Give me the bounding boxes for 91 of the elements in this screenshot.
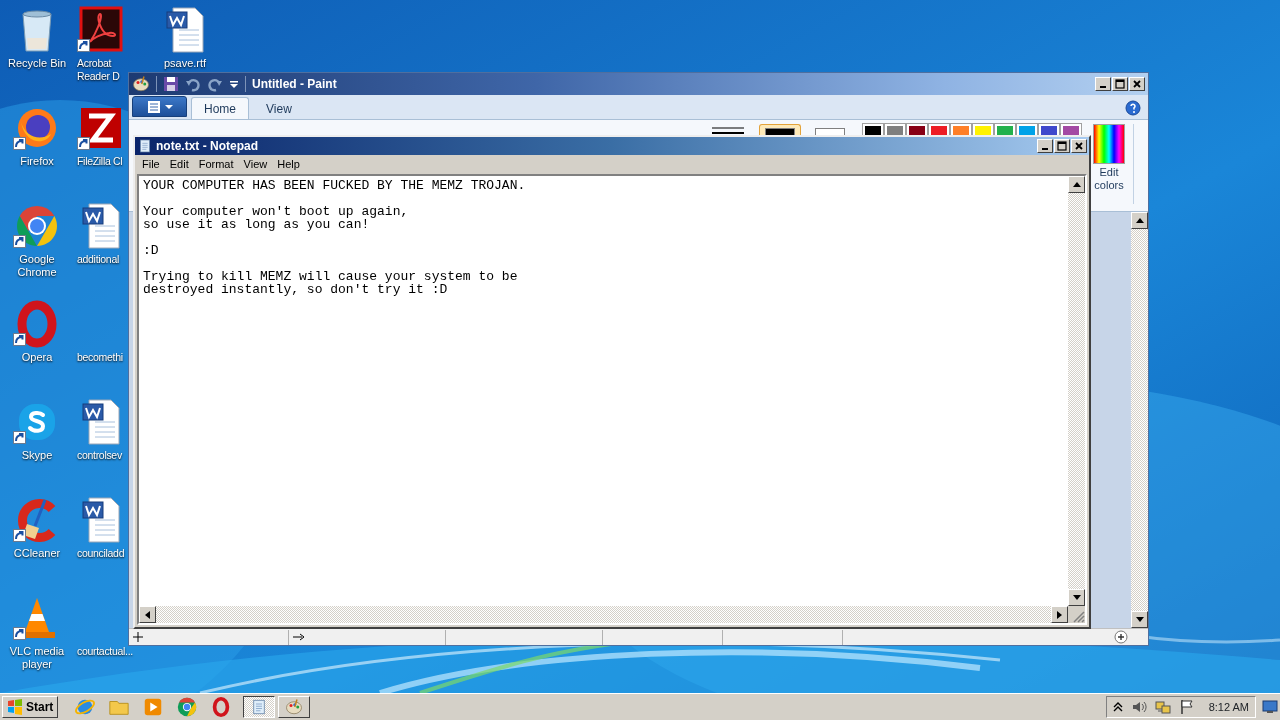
menu-icon (146, 100, 161, 113)
menu-item[interactable]: View (238, 155, 273, 174)
windows-logo-icon (7, 699, 23, 715)
icon-label[interactable]: courtactual... (77, 645, 133, 658)
caret-down-icon (1072, 595, 1081, 600)
network-icon[interactable] (1154, 699, 1171, 715)
active-color-button[interactable] (759, 124, 801, 136)
scroll-left-button[interactable] (139, 606, 156, 623)
flag-icon[interactable] (1178, 699, 1195, 715)
close-button[interactable] (1129, 77, 1145, 91)
palette-icon (285, 698, 304, 716)
minimize-icon (1042, 148, 1048, 150)
selection-icon (293, 633, 305, 641)
color-swatch[interactable] (885, 124, 905, 135)
plus-icon (1114, 630, 1128, 644)
color-swatch[interactable] (1039, 124, 1059, 135)
scroll-right-button[interactable] (1051, 606, 1068, 623)
chevron-up-icon[interactable] (1112, 702, 1123, 712)
color-swatch[interactable] (907, 124, 927, 135)
icon-label[interactable]: becomethi (77, 351, 123, 364)
ribbon-tab[interactable]: Home (191, 97, 249, 119)
color-swatch[interactable] (951, 124, 971, 135)
menu-item[interactable]: Format (193, 155, 239, 174)
color-swatch[interactable] (929, 124, 949, 135)
maximize-button[interactable] (1112, 77, 1128, 91)
icon-label[interactable]: additional (77, 253, 119, 266)
zoom-in-button[interactable] (1114, 630, 1128, 644)
icon-label[interactable]: counciladd (77, 547, 125, 560)
color-swatch[interactable] (1061, 124, 1081, 135)
caret-left-icon (145, 610, 150, 619)
close-icon (1074, 141, 1084, 151)
pdf-logo-icon[interactable] (77, 6, 125, 54)
maximize-button[interactable] (1054, 139, 1070, 153)
caret-up-icon (1072, 182, 1081, 187)
menu-item[interactable]: File (137, 155, 165, 174)
monitor-icon (1262, 700, 1278, 714)
minimize-button[interactable] (1037, 139, 1053, 153)
save-icon[interactable] (163, 76, 179, 92)
round-logo-icon[interactable] (176, 696, 199, 718)
scrollbar[interactable] (139, 606, 1068, 623)
start-button[interactable]: Start (2, 696, 59, 718)
resize-grip-icon[interactable] (1073, 611, 1085, 623)
close-button[interactable] (1071, 139, 1087, 153)
caret-icon[interactable] (229, 79, 239, 89)
speaker-icon[interactable] (1130, 699, 1147, 715)
palette-icon[interactable] (132, 75, 150, 93)
caret-down-icon (1135, 617, 1144, 622)
icon-label[interactable]: Skype (21, 449, 53, 462)
icon-label[interactable]: Firefox (20, 155, 54, 168)
window-title: note.txt - Notepad (156, 138, 258, 155)
caret-up-icon (1135, 218, 1144, 223)
notepad-icon[interactable] (137, 138, 153, 154)
icon-label[interactable]: Acrobat Reader D (77, 57, 127, 83)
icon-label[interactable]: controlsev (77, 449, 122, 462)
menu-item[interactable]: Edit (164, 155, 194, 174)
app-menu-button[interactable] (132, 96, 187, 117)
redo-icon[interactable] (207, 76, 223, 92)
crosshair-icon (133, 632, 143, 642)
close-icon (1132, 79, 1142, 89)
icon-label[interactable]: Google Chrome (1, 253, 73, 279)
caret-icon (164, 102, 173, 111)
line-size-icon[interactable] (711, 127, 745, 136)
color-swatch[interactable] (863, 124, 883, 135)
menu-item[interactable]: Help (272, 155, 305, 174)
icon-label[interactable]: Recycle Bin (7, 57, 67, 70)
taskbar-button[interactable] (243, 696, 276, 718)
caret-right-icon (1057, 610, 1062, 619)
color-swatch[interactable] (1017, 124, 1037, 135)
window-title: Untitled - Paint (252, 76, 337, 93)
scroll-up-button[interactable] (1131, 212, 1148, 229)
scroll-down-button[interactable] (1131, 611, 1148, 628)
icon-label[interactable]: FileZilla Cl (77, 155, 123, 168)
icon-label[interactable]: CCleaner (13, 547, 61, 560)
color-swatch[interactable] (995, 124, 1015, 135)
scrollbar[interactable] (1068, 176, 1085, 606)
ribbon-tab[interactable]: View (253, 97, 305, 119)
icon-label[interactable]: psave.rtf (163, 57, 207, 70)
maximize-icon (1057, 141, 1067, 151)
scrollbar[interactable] (1131, 212, 1148, 628)
minimize-button[interactable] (1095, 77, 1111, 91)
show-desktop-button[interactable] (1262, 700, 1278, 714)
scroll-down-button[interactable] (1068, 589, 1085, 606)
help-icon[interactable] (1125, 99, 1141, 116)
icon-label[interactable]: VLC media player (1, 645, 73, 671)
minimize-icon (1100, 86, 1106, 88)
edit-colors-button[interactable]: Edit colors (1089, 124, 1129, 192)
color-swatch[interactable] (973, 124, 993, 135)
undo-icon[interactable] (185, 76, 201, 92)
icon-label[interactable]: Opera (21, 351, 53, 364)
scroll-up-button[interactable] (1068, 176, 1085, 193)
maximize-icon (1115, 79, 1125, 89)
